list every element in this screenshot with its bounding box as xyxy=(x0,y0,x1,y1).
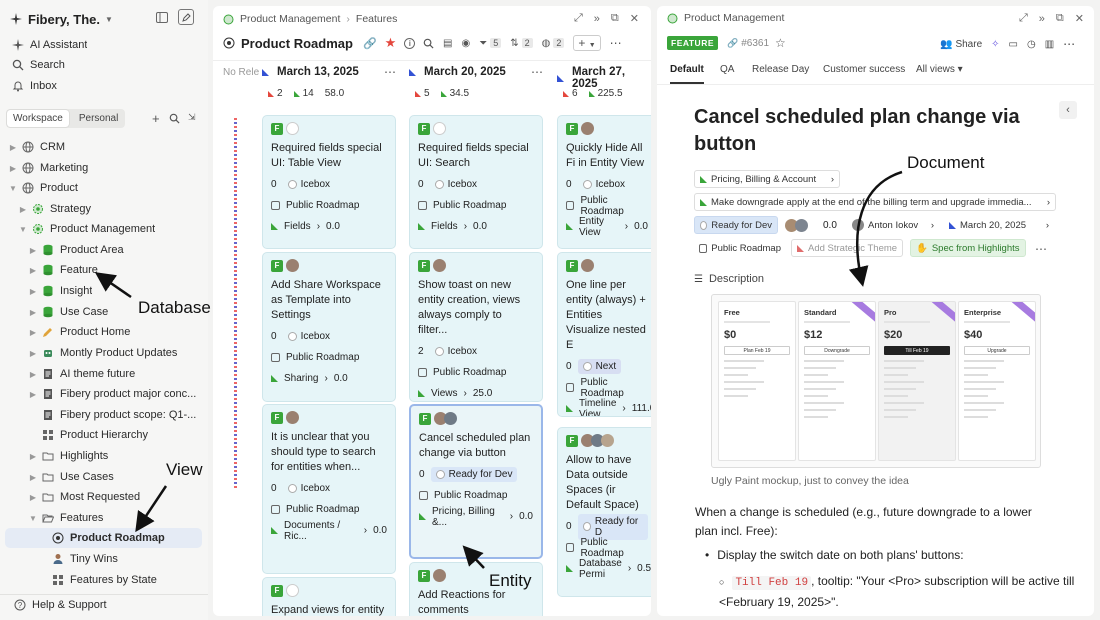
database-arrow xyxy=(94,272,132,299)
document-arrow xyxy=(848,170,903,287)
annotation-view: View xyxy=(166,460,203,479)
annotation-document: Document xyxy=(907,153,985,172)
annotation-entity: Entity xyxy=(489,571,532,590)
entity-arrow xyxy=(462,545,485,569)
annotation-database: Database xyxy=(138,298,211,317)
view-arrow xyxy=(135,485,168,533)
